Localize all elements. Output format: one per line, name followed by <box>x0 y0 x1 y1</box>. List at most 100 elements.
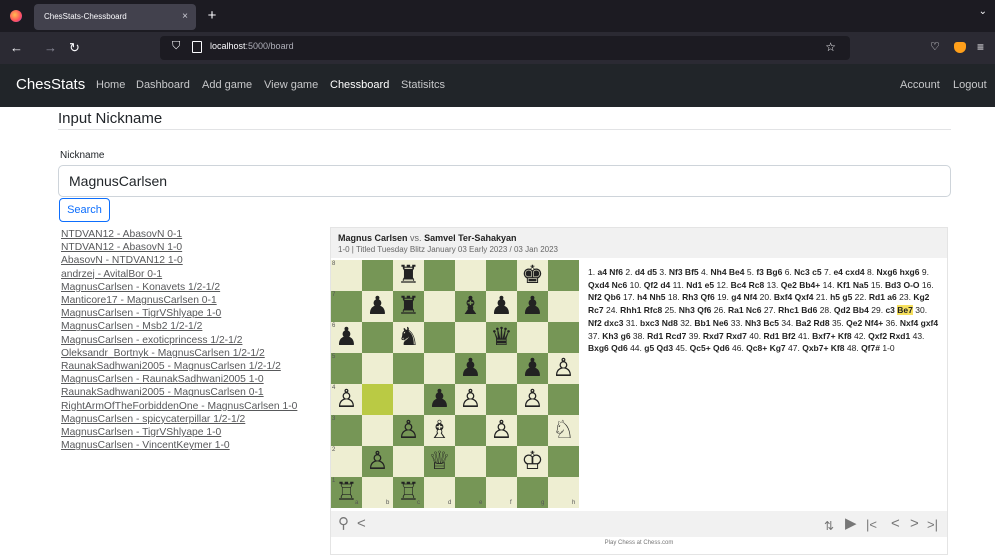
move-pair[interactable]: Nc3 c5 <box>794 267 821 277</box>
new-tab-button[interactable]: + <box>202 4 222 28</box>
move-pair[interactable]: e4 cxd4 <box>833 267 864 277</box>
move-pair[interactable]: Rhh1 Rfc8 <box>620 305 662 315</box>
url-text[interactable]: localhost:5000/board <box>210 41 294 51</box>
board-square[interactable]: ♟ <box>424 384 455 415</box>
board-square[interactable] <box>455 446 486 477</box>
board-square[interactable]: ♟ <box>331 322 362 353</box>
board-square[interactable]: ♙ <box>517 384 548 415</box>
move-pair[interactable]: Qd2 Bb4 <box>834 305 869 315</box>
board-square[interactable]: ♞ <box>393 322 424 353</box>
last-move-icon[interactable]: >| <box>927 516 938 534</box>
move-pair[interactable]: Nf2 Qb6 <box>588 292 621 302</box>
game-link[interactable]: MagnusCarlsen - TigrVShlyape 1-0 <box>61 426 323 439</box>
board-square[interactable]: ♟ <box>486 291 517 322</box>
game-link[interactable]: MagnusCarlsen - RaunakSadhwani2005 1-0 <box>61 373 323 386</box>
move-pair[interactable]: Nf2 dxc3 <box>588 318 623 328</box>
nav-statistics[interactable]: Statisitcs <box>401 79 445 91</box>
move-pair[interactable]: Bd3 O-O <box>885 280 919 290</box>
board-square[interactable] <box>455 322 486 353</box>
move-pair[interactable]: Qxd4 Nc6 <box>588 280 627 290</box>
board-square[interactable] <box>331 260 362 291</box>
move-pair[interactable]: Qf7# <box>861 343 880 353</box>
next-move-icon[interactable]: > <box>910 515 919 533</box>
board-square[interactable] <box>455 415 486 446</box>
move-pair[interactable]: Rhc1 Bd6 <box>778 305 817 315</box>
board-square[interactable] <box>362 353 393 384</box>
move-pair[interactable]: a4 Nf6 <box>597 267 623 277</box>
move-pair[interactable]: f3 Bg6 <box>756 267 782 277</box>
board-square[interactable] <box>548 384 579 415</box>
game-link[interactable]: RaunakSadhwani2005 - MagnusCarlsen 0-1 <box>61 386 323 399</box>
board-square[interactable] <box>393 353 424 384</box>
move-pair[interactable]: Qxf2 Rxd1 <box>868 331 910 341</box>
chess-com-credit[interactable]: Play Chess at Chess.com <box>331 540 947 546</box>
board-square[interactable] <box>362 322 393 353</box>
board-square[interactable]: ♟ <box>517 353 548 384</box>
back-icon[interactable]: ← <box>10 40 23 56</box>
board-square[interactable]: ♙ <box>393 415 424 446</box>
white-player[interactable]: Magnus Carlsen <box>338 233 408 243</box>
board-square[interactable]: ♝ <box>455 291 486 322</box>
move-pair[interactable]: c3 <box>885 305 894 315</box>
board-square[interactable]: ♟ <box>362 291 393 322</box>
move-pair[interactable]: Nxg6 hxg6 <box>876 267 919 277</box>
game-link[interactable]: MagnusCarlsen - TigrVShlyape 1-0 <box>61 307 323 320</box>
brand-logo[interactable]: ChesStats <box>16 76 85 93</box>
board-square[interactable]: ♙ <box>331 384 362 415</box>
move-pair[interactable]: g5 Qd3 <box>644 343 673 353</box>
move-pair[interactable]: Ba2 Rd8 <box>796 318 830 328</box>
extension-fox-icon[interactable] <box>954 42 966 53</box>
board-square[interactable]: ♙ <box>486 415 517 446</box>
move-pair[interactable]: Qf2 d4 <box>644 280 670 290</box>
nav-view-game[interactable]: View game <box>264 79 318 91</box>
board-square[interactable] <box>517 322 548 353</box>
board-square[interactable] <box>455 260 486 291</box>
game-link[interactable]: RightArmOfTheForbiddenOne - MagnusCarlse… <box>61 400 323 413</box>
game-link[interactable]: NTDVAN12 - AbasovN 0-1 <box>61 228 323 241</box>
board-square[interactable] <box>548 291 579 322</box>
nickname-input[interactable]: MagnusCarlsen <box>58 165 951 197</box>
black-player[interactable]: Samvel Ter-Sahakyan <box>424 233 516 243</box>
game-link[interactable]: RaunakSadhwani2005 - MagnusCarlsen 1/2-1… <box>61 360 323 373</box>
game-link[interactable]: MagnusCarlsen - spicycaterpillar 1/2-1/2 <box>61 413 323 426</box>
move-pair[interactable]: Qc5+ Qd6 <box>690 343 730 353</box>
close-tab-icon[interactable]: × <box>182 4 188 30</box>
board-square[interactable]: ♗ <box>424 415 455 446</box>
move-pair[interactable]: h4 Nh5 <box>637 292 665 302</box>
reload-icon[interactable]: ↻ <box>69 40 80 56</box>
board-square[interactable]: ♜ <box>393 291 424 322</box>
move-pair[interactable]: g4 Nf4 <box>731 292 757 302</box>
move-pair[interactable]: Rd1 Bf2 <box>763 331 795 341</box>
move-pair[interactable]: Ra1 Nc6 <box>728 305 762 315</box>
board-square[interactable] <box>486 446 517 477</box>
board-square[interactable] <box>517 415 548 446</box>
board-square[interactable] <box>486 477 517 508</box>
move-pair[interactable]: Nxf4 gxf4 <box>900 318 938 328</box>
nav-chessboard[interactable]: Chessboard <box>330 79 389 91</box>
move-pair[interactable]: h5 g5 <box>830 292 852 302</box>
board-square[interactable]: ♟ <box>517 291 548 322</box>
move-pair[interactable]: Kf1 Na5 <box>837 280 869 290</box>
board-square[interactable] <box>362 415 393 446</box>
game-link[interactable]: Oleksandr_Bortnyk - MagnusCarlsen 1/2-1/… <box>61 347 323 360</box>
board-square[interactable] <box>362 384 393 415</box>
hamburger-menu-icon[interactable]: ≡ <box>977 40 984 54</box>
current-move[interactable]: Be7 <box>897 305 913 316</box>
game-link[interactable]: MagnusCarlsen - Msb2 1/2-1/2 <box>61 320 323 333</box>
move-pair[interactable]: Nh3 Qf6 <box>679 305 712 315</box>
forward-icon[interactable]: → <box>44 40 57 56</box>
move-pair[interactable]: Qe2 Nf4+ <box>846 318 883 328</box>
game-link[interactable]: Manticore17 - MagnusCarlsen 0-1 <box>61 294 323 307</box>
move-pair[interactable]: Rxd7 Rxd7 <box>703 331 747 341</box>
board-square[interactable] <box>424 260 455 291</box>
share-icon[interactable]: < <box>357 515 366 533</box>
board-square[interactable] <box>393 384 424 415</box>
game-link[interactable]: AbasovN - NTDVAN12 1-0 <box>61 254 323 267</box>
move-pair[interactable]: bxc3 Nd8 <box>640 318 678 328</box>
board-square[interactable] <box>424 322 455 353</box>
game-link[interactable]: MagnusCarlsen - Konavets 1/2-1/2 <box>61 281 323 294</box>
board-square[interactable]: ♙ <box>548 353 579 384</box>
prev-move-icon[interactable]: < <box>891 515 900 533</box>
move-pair[interactable]: Qc8+ Kg7 <box>746 343 785 353</box>
board-square[interactable] <box>548 446 579 477</box>
